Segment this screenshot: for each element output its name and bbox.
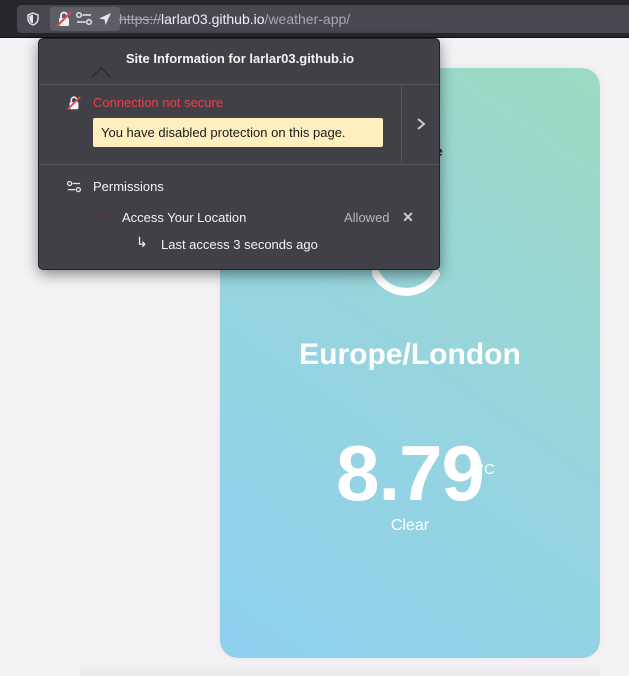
close-icon: ✕ bbox=[402, 208, 414, 225]
divider bbox=[39, 84, 439, 85]
permissions-icon bbox=[65, 180, 83, 194]
insecure-lock-icon bbox=[66, 95, 82, 111]
shield-icon[interactable] bbox=[26, 12, 40, 26]
popup-title: Site Information for larlar03.github.io bbox=[125, 51, 355, 66]
permissions-icon[interactable] bbox=[75, 11, 93, 27]
page-bottom-shade bbox=[80, 662, 600, 676]
url-scheme: https:// bbox=[119, 11, 162, 27]
permissions-header: Permissions bbox=[93, 179, 164, 194]
connection-status: Connection not secure bbox=[93, 95, 224, 110]
last-access-text: Last access 3 seconds ago bbox=[161, 237, 318, 252]
temperature-block: 8.79 °C bbox=[220, 428, 600, 518]
url-path: /weather-app/ bbox=[264, 11, 351, 27]
permission-state: Allowed bbox=[344, 210, 390, 225]
url-text[interactable]: https://larlar03.github.io/weather-app/ bbox=[119, 11, 350, 27]
site-info-popup: Site Information for larlar03.github.io … bbox=[38, 38, 440, 270]
permission-name: Access Your Location bbox=[122, 210, 247, 225]
return-arrow-icon: ↳ bbox=[136, 234, 148, 250]
weather-description: Clear bbox=[390, 517, 430, 534]
insecure-lock-icon[interactable] bbox=[55, 10, 73, 28]
remove-permission-button[interactable]: ✕ bbox=[400, 209, 416, 225]
url-host: larlar03.github.io bbox=[161, 11, 265, 27]
temperature-unit[interactable]: °C bbox=[478, 461, 495, 478]
chevron-right-icon bbox=[417, 118, 426, 130]
browser-toolbar: https://larlar03.github.io/weather-app/ bbox=[0, 0, 629, 38]
protection-warning: You have disabled protection on this pag… bbox=[93, 118, 383, 147]
location-icon bbox=[101, 215, 109, 217]
location-arrow-icon[interactable] bbox=[97, 11, 113, 27]
divider bbox=[39, 164, 439, 165]
security-details-button[interactable] bbox=[402, 85, 440, 163]
temperature-value: 8.79 bbox=[336, 429, 485, 517]
timezone-label: Europe/London bbox=[299, 338, 521, 371]
url-bar[interactable]: https://larlar03.github.io/weather-app/ bbox=[17, 5, 629, 33]
